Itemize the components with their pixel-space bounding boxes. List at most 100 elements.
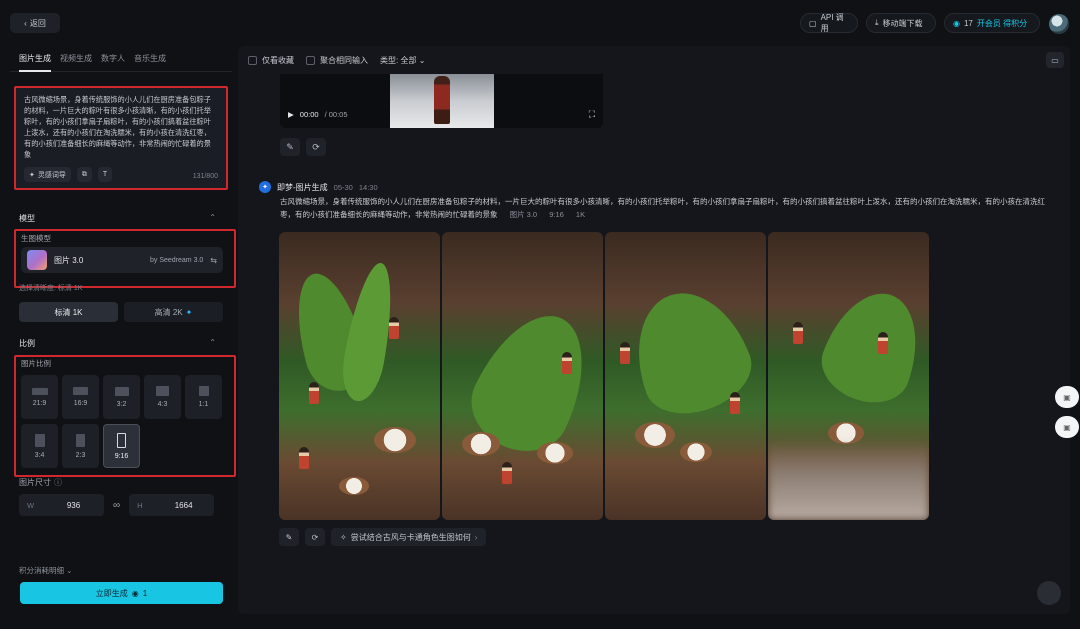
generated-image-1[interactable] xyxy=(279,232,440,520)
ratio-shape-icon xyxy=(34,433,45,447)
aggregate-input-checkbox[interactable]: 聚合相同输入 xyxy=(306,55,368,66)
figure-shape xyxy=(562,352,572,374)
leaf-shape xyxy=(811,279,929,415)
play-icon[interactable]: ▶ xyxy=(288,110,294,119)
fullscreen-icon[interactable]: ⛶ xyxy=(589,109,595,120)
video-thumbnail xyxy=(390,74,494,128)
ratio-1-1[interactable]: 1:1 xyxy=(185,375,222,419)
tab-music-generation[interactable]: 音乐生成 xyxy=(134,46,166,72)
chevron-up-icon[interactable]: ⌃ xyxy=(209,338,216,347)
chevron-up-icon[interactable]: ⌃ xyxy=(209,213,216,222)
ratio-3-2[interactable]: 3:2 xyxy=(103,375,140,419)
bowl-shape xyxy=(680,442,712,462)
vip-button[interactable]: ◉ 17 开会员 得积分 xyxy=(944,13,1040,33)
model-name: 图片 3.0 xyxy=(54,255,84,265)
leaf-shape xyxy=(617,276,763,428)
refresh-icon: ⟳ xyxy=(311,532,319,542)
tab-digital-human[interactable]: 数字人 xyxy=(101,46,125,72)
type-filter-dropdown[interactable]: 类型: 全部 ⌄ xyxy=(380,55,425,66)
figure-shape xyxy=(502,462,512,484)
figure-shape xyxy=(878,332,888,354)
model-select[interactable]: 图片 3.0 by Seedream 3.0 ⇆ xyxy=(21,247,223,273)
entry-prompt: 古风微缩场景，身着传统服饰的小人儿们在厨房准备包粽子的材料，一片巨大的粽叶有很多… xyxy=(280,197,1045,219)
model-section-title: 模型 xyxy=(19,214,35,223)
magic-wand-icon: ✧ xyxy=(340,532,347,542)
image-gallery xyxy=(279,232,929,520)
model-selector-group: 生图模型 图片 3.0 by Seedream 3.0 ⇆ xyxy=(14,229,236,288)
checkbox-icon xyxy=(248,55,257,65)
ratio-21-9[interactable]: 21:9 xyxy=(21,375,58,419)
generated-image-3[interactable] xyxy=(605,232,766,520)
figure-shape xyxy=(309,382,319,404)
entry-header: ✦ 即梦-图片生成 05-30 14:30 xyxy=(259,181,378,193)
regenerate-button[interactable]: ⟳ xyxy=(305,528,325,546)
width-field[interactable]: W 936 xyxy=(19,494,104,516)
ratio-16-9[interactable]: 16:9 xyxy=(62,375,99,419)
resolution-options: 标清 1K 高清 2K ✦ xyxy=(19,302,223,322)
folder-icon: ▭ xyxy=(1051,55,1059,65)
ratio-4-3[interactable]: 4:3 xyxy=(144,375,181,419)
float-image-icon[interactable]: ▣ xyxy=(1055,386,1079,408)
video-actions: ✎ ⟳ xyxy=(280,138,326,156)
bowl-shape xyxy=(635,422,675,448)
api-button[interactable]: ▢ API 调用 xyxy=(800,13,858,33)
edit-button[interactable]: ✎ xyxy=(280,138,300,156)
figure-shape xyxy=(793,322,803,344)
bowl-shape xyxy=(537,442,573,464)
text-format-button[interactable]: T xyxy=(97,167,113,182)
ratio-3-4[interactable]: 3:4 xyxy=(21,424,58,468)
video-player[interactable]: ▶ 00:00 / 00:05 ⛶ xyxy=(280,74,603,128)
ratio-9-16[interactable]: 9:16 xyxy=(103,424,140,468)
reference-image-button[interactable]: ⧉ xyxy=(76,167,92,182)
ratio-shape-icon xyxy=(73,387,88,395)
ratio-section-title: 比例 xyxy=(19,339,35,348)
bowl-shape xyxy=(339,477,369,495)
back-button[interactable]: ‹ 返回 xyxy=(10,13,60,33)
points-icon: ◉ xyxy=(953,18,960,28)
resolution-1k-button[interactable]: 标清 1K xyxy=(19,302,118,322)
video-figure xyxy=(434,76,450,124)
regenerate-button[interactable]: ⟳ xyxy=(306,138,326,156)
download-icon: ⤓ xyxy=(875,18,879,27)
resolution-2k-button[interactable]: 高清 2K ✦ xyxy=(124,302,223,322)
ratio-shape-icon xyxy=(156,386,169,396)
suggestion-button[interactable]: ✧ 尝试结合古风与卡通角色生图如何 › xyxy=(331,528,487,546)
ratio-2-3[interactable]: 2:3 xyxy=(62,424,99,468)
points-detail-toggle[interactable]: 积分消耗明细 ⌄ xyxy=(19,565,72,576)
ratio-shape-icon xyxy=(31,387,48,395)
sparkle-icon: ✦ xyxy=(29,171,35,179)
ratio-shape-icon xyxy=(198,386,209,396)
height-field[interactable]: H 1664 xyxy=(129,494,215,516)
tab-video-generation[interactable]: 视频生成 xyxy=(60,46,92,72)
image-size-label: 图片尺寸 ⓘ xyxy=(19,477,62,488)
image-actions: ✎ ⟳ ✧ 尝试结合古风与卡通角色生图如何 › xyxy=(279,528,487,546)
generated-image-4[interactable] xyxy=(768,232,929,520)
folder-button[interactable]: ▭ xyxy=(1046,52,1064,68)
generated-image-2[interactable] xyxy=(442,232,603,520)
chevron-left-icon: ‹ xyxy=(24,18,27,28)
generate-button[interactable]: 立即生成 ◉ 1 xyxy=(20,582,223,604)
prompt-tools: ✦ 灵感词导 ⧉ T xyxy=(24,167,113,182)
prompt-input[interactable]: 古风微缩场景，身着传统服饰的小人儿们在厨房准备包粽子的材料，一片巨大的粽叶有很多… xyxy=(14,86,228,190)
floating-help-button[interactable] xyxy=(1037,581,1061,605)
link-icon[interactable]: ∞ xyxy=(113,500,120,511)
results-panel: 仅看收藏 聚合相同输入 类型: 全部 ⌄ ▭ ▶ 00:00 / 00:05 ⛶… xyxy=(238,46,1070,614)
edit-button[interactable]: ✎ xyxy=(279,528,299,546)
chevron-down-icon: ⌄ xyxy=(66,566,73,575)
avatar[interactable] xyxy=(1049,14,1069,34)
ratio-selector-group: 图片比例 21:9 16:9 3:2 4:3 1:1 3:4 2:3 9:16 xyxy=(14,355,236,477)
figure-shape xyxy=(620,342,630,364)
info-icon[interactable]: ⓘ xyxy=(54,477,62,488)
inspiration-button[interactable]: ✦ 灵感词导 xyxy=(24,167,71,182)
favorites-only-checkbox[interactable]: 仅看收藏 xyxy=(248,55,294,66)
blur-overlay xyxy=(768,440,929,520)
ratio-label: 图片比例 xyxy=(21,359,51,368)
prompt-text[interactable]: 古风微缩场景，身着传统服饰的小人儿们在厨房准备包粽子的材料，一片巨大的粽叶有很多… xyxy=(24,94,218,166)
float-image-icon[interactable]: ▣ xyxy=(1055,416,1079,438)
figure-shape xyxy=(730,392,740,414)
tab-image-generation[interactable]: 图片生成 xyxy=(19,46,51,72)
ratio-shape-icon xyxy=(114,386,129,396)
text-icon: T xyxy=(102,171,108,178)
figure-shape xyxy=(389,317,399,339)
mobile-download-button[interactable]: ⤓ 移动端下载 xyxy=(866,13,936,33)
